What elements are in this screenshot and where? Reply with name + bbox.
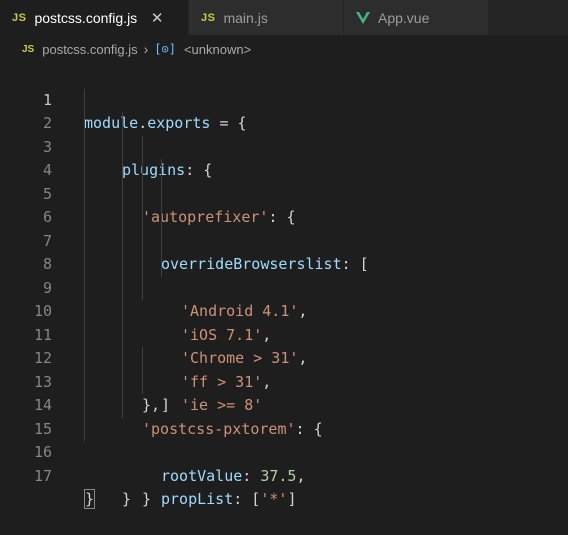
code-line: 17 }: [0, 441, 568, 509]
indent-guide: [122, 112, 123, 136]
indent-guide: [142, 347, 143, 371]
indent-guide: [142, 370, 143, 394]
tab-main-js[interactable]: JS main.js: [189, 0, 344, 35]
chevron-right-icon: ›: [143, 41, 149, 57]
tab-label: postcss.config.js: [34, 9, 138, 26]
close-icon[interactable]: ✕: [147, 9, 167, 27]
indent-guide: [122, 206, 123, 230]
code-line: 8 'ff > 31',: [0, 229, 568, 391]
indent-guide: [122, 323, 123, 347]
line-code: rootValue: 37.5,: [161, 465, 306, 489]
code-line: 1 module.exports = {: [0, 65, 568, 133]
indent-guide: [122, 394, 123, 418]
indent-guide: [84, 253, 85, 277]
code-line: 12 'postcss-pxtorem': {: [0, 323, 568, 438]
indent-guide: [161, 182, 162, 206]
matched-brace: }: [84, 489, 96, 509]
indent-guide: [84, 417, 85, 441]
indent-guide: [122, 347, 123, 371]
indent-guide: [84, 394, 85, 418]
indent-guide: [142, 182, 143, 206]
js-file-icon: JS: [12, 11, 27, 24]
indent-guide: [122, 370, 123, 394]
code-editor[interactable]: 1 module.exports = { 2 plugins: { 3 'aut…: [0, 65, 568, 509]
indent-guide: [142, 229, 143, 253]
code-line: 13 rootValue: 37.5,: [0, 347, 568, 485]
indent-guide: [84, 182, 85, 206]
code-line: 14 propList: ['*']: [0, 370, 568, 508]
indent-guide: [122, 135, 123, 159]
code-line: 15 }: [0, 394, 568, 508]
tab-label: App.vue: [378, 9, 430, 26]
tab-app-vue[interactable]: App.vue: [344, 0, 489, 35]
indent-guide: [142, 253, 143, 277]
indent-guide: [161, 253, 162, 277]
indent-guide: [84, 229, 85, 253]
code-line: 7 'Chrome > 31',: [0, 206, 568, 367]
indent-guide: [122, 300, 123, 324]
indent-guide: [122, 159, 123, 183]
editor-tab-bar: JS postcss.config.js ✕ JS main.js App.vu…: [0, 0, 568, 35]
tab-label: main.js: [223, 9, 268, 26]
indent-guide: [84, 112, 85, 136]
indent-guide: [84, 347, 85, 371]
token: : [: [233, 490, 261, 508]
indent-guide: [84, 88, 85, 112]
indent-guide: [84, 370, 85, 394]
code-line: 4 overrideBrowserslist: [: [0, 135, 568, 273]
indent-guide: [161, 229, 162, 253]
indent-guide: [84, 206, 85, 230]
indent-guide: [161, 206, 162, 230]
line-code: }: [84, 488, 96, 512]
vue-icon: [356, 11, 370, 24]
indent-guide: [84, 300, 85, 324]
token: }: [122, 490, 132, 508]
indent-guide: [122, 253, 123, 277]
code-line: 3 'autoprefixer': {: [0, 112, 568, 226]
indent-guide: [161, 159, 162, 183]
line-number: 17: [33, 466, 52, 485]
indent-guide: [142, 276, 143, 300]
indent-guide: [84, 159, 85, 183]
token: ]: [287, 490, 297, 508]
indent-guide: [84, 276, 85, 300]
line-code: }: [142, 488, 151, 512]
line-code: propList: ['*']: [161, 488, 296, 512]
token: }: [142, 490, 152, 508]
breadcrumb-symbol[interactable]: <unknown>: [184, 42, 251, 57]
code-line: 2 plugins: {: [0, 88, 568, 179]
indent-guide: [142, 159, 143, 183]
code-line: 16 }: [0, 417, 568, 508]
indent-guide: [122, 182, 123, 206]
indent-guide: [122, 229, 123, 253]
code-line: 10 ]: [0, 276, 568, 414]
token: propList: [161, 490, 234, 508]
indent-guide: [142, 206, 143, 230]
breadcrumb: JS postcss.config.js › [⊙] <unknown>: [0, 35, 568, 63]
indent-guide: [84, 323, 85, 347]
code-line: 11 },: [0, 300, 568, 414]
tab-postcss-config[interactable]: JS postcss.config.js ✕: [0, 0, 189, 35]
code-line: 6 'iOS 7.1',: [0, 182, 568, 344]
symbol-variable-icon: [⊙]: [154, 42, 176, 56]
indent-guide: [84, 135, 85, 159]
token: '*': [260, 490, 288, 508]
js-file-icon: JS: [22, 43, 35, 55]
code-line: 5 'Android 4.1',: [0, 159, 568, 320]
code-line: 9 'ie >= 8': [0, 253, 568, 414]
breadcrumb-file[interactable]: postcss.config.js: [42, 42, 137, 57]
indent-guide: [122, 276, 123, 300]
line-code: }: [122, 488, 131, 512]
js-file-icon: JS: [201, 11, 216, 24]
indent-guide: [142, 135, 143, 159]
